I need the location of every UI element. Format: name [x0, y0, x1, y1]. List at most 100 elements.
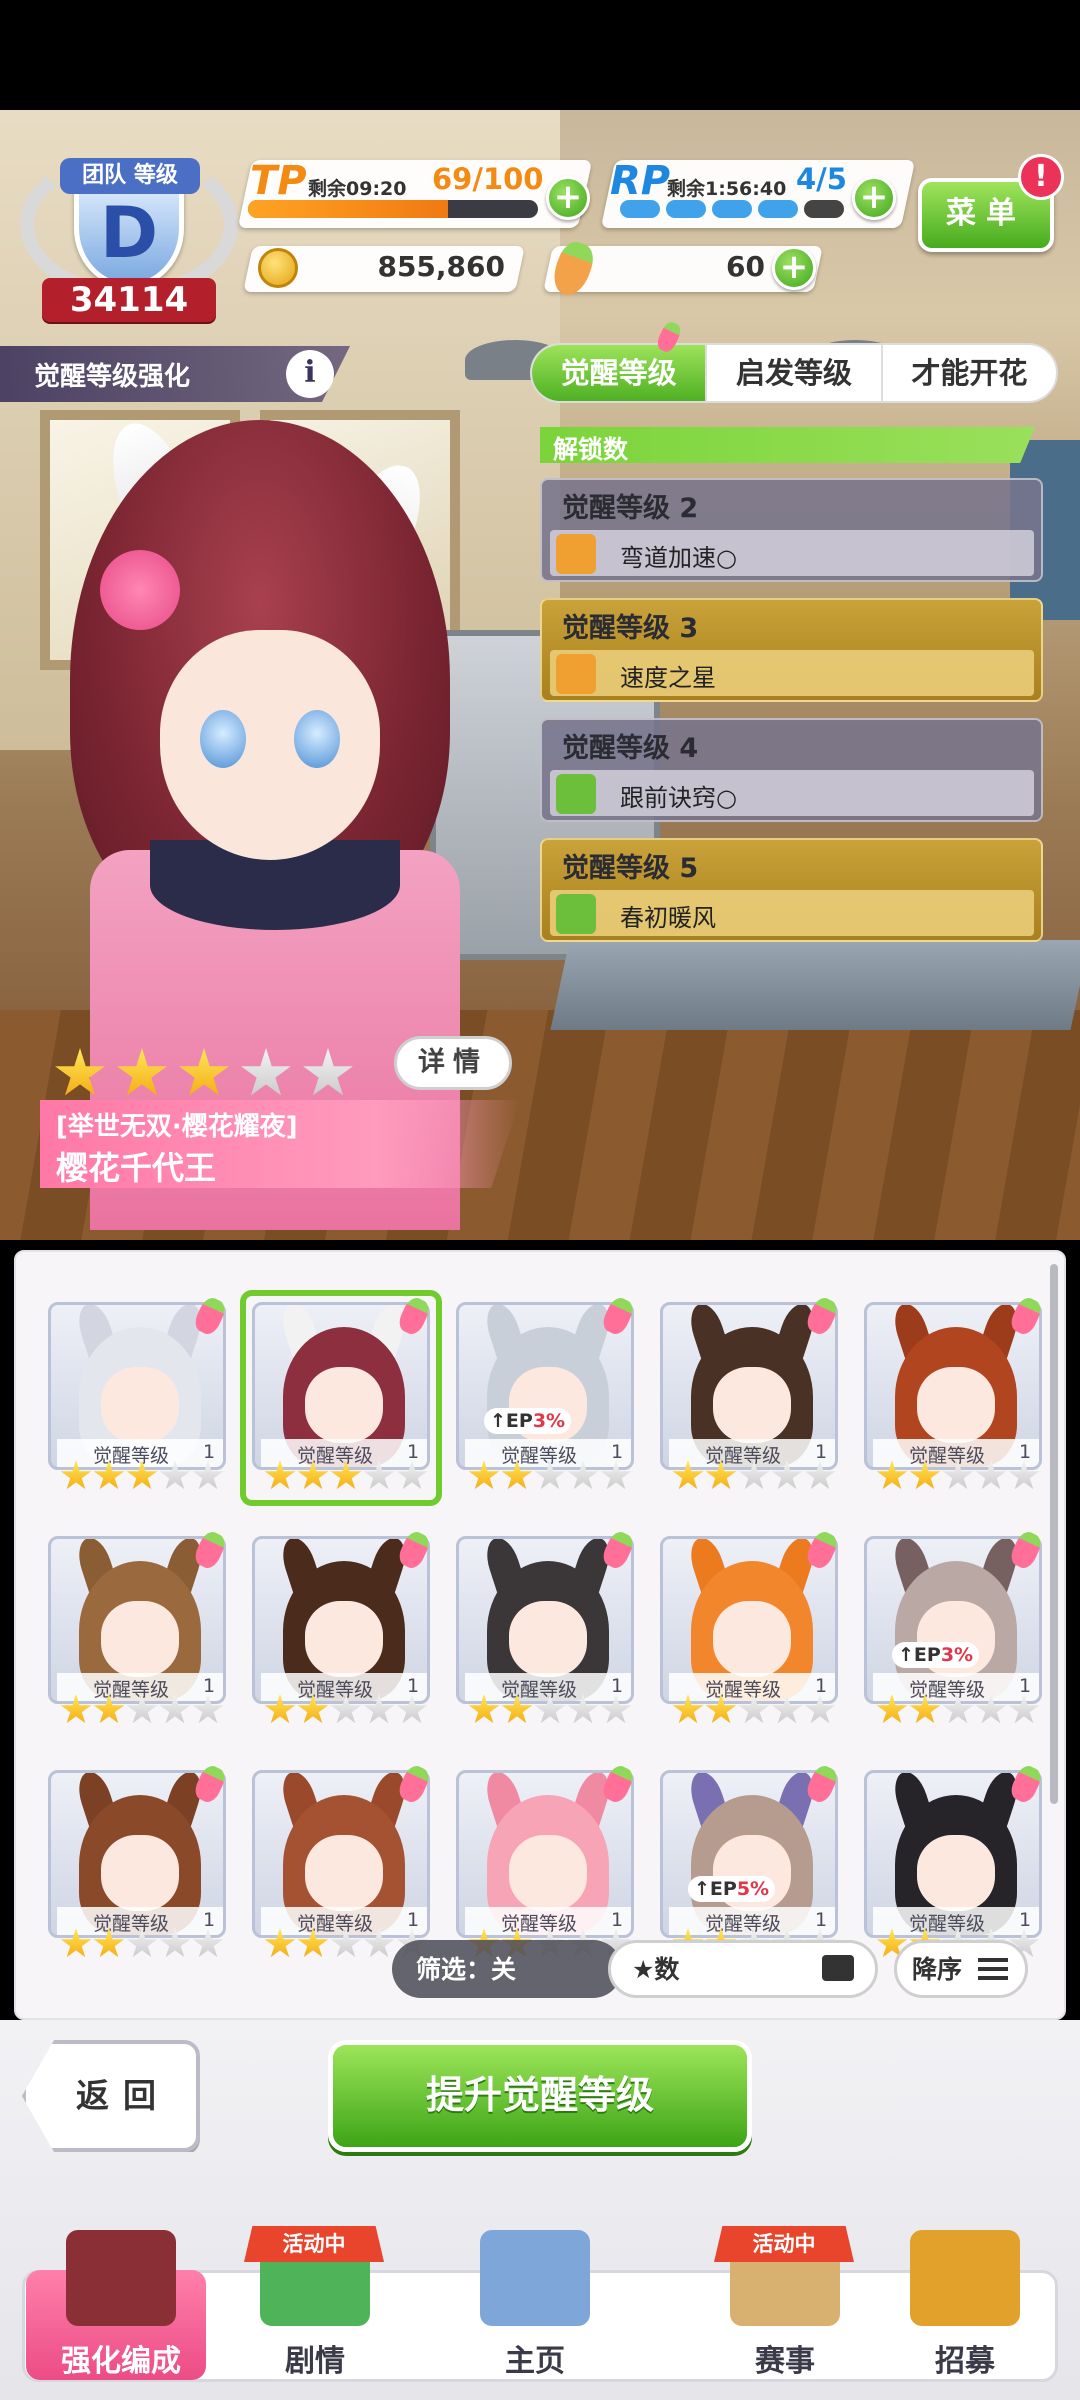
star-empty-icon: [804, 1460, 836, 1490]
skill-row: 速度之星: [550, 650, 1034, 696]
rp-remaining-time: 剩余1:56:40: [667, 178, 787, 200]
tab-awakening-level[interactable]: 觉醒等级: [532, 345, 706, 401]
star-filled-icon: [126, 1460, 158, 1490]
roster-card[interactable]: 觉醒等级 1: [240, 1290, 442, 1506]
rp-pip: [666, 200, 706, 218]
star-filled-icon: [468, 1694, 500, 1724]
team-score: 34114: [42, 278, 216, 322]
face: [713, 1367, 791, 1443]
star-filled-icon: [264, 1694, 296, 1724]
face: [917, 1835, 995, 1911]
rp-add-button[interactable]: +: [852, 176, 896, 220]
star-empty-icon: [942, 1460, 974, 1490]
tp-add-button[interactable]: +: [546, 176, 590, 220]
star-filled-icon: [297, 1694, 329, 1724]
nav-label: 剧情: [285, 2344, 345, 2379]
skill-name: 春初暖风: [620, 904, 716, 932]
ep-value: 3%: [532, 1410, 566, 1432]
card-stars: [60, 1928, 224, 1960]
skill-icon: [556, 654, 596, 694]
face: [305, 1601, 383, 1677]
back-button[interactable]: 返回: [22, 2040, 200, 2152]
unlock-item[interactable]: 觉醒等级 4 跟前诀窍○: [540, 718, 1043, 822]
tab-bar: 觉醒等级 启发等级 才能开花: [530, 343, 1058, 403]
star-empty-icon: [396, 1694, 428, 1724]
roster-card[interactable]: 觉醒等级 1: [48, 1762, 229, 1958]
star-filled-icon: [297, 1460, 329, 1490]
star-empty-icon: [534, 1460, 566, 1490]
character-name: 樱花千代王: [56, 1149, 217, 1187]
face: [509, 1601, 587, 1677]
star-filled-icon: [117, 1048, 167, 1096]
star-empty-icon: [363, 1928, 395, 1958]
star-filled-icon: [330, 1460, 362, 1490]
nav-item-2[interactable]: 主页: [440, 2230, 630, 2380]
info-button[interactable]: i: [286, 350, 334, 398]
roster-card[interactable]: 觉醒等级 1: [864, 1294, 1045, 1490]
face: [101, 1835, 179, 1911]
scrollbar-thumb[interactable]: [1050, 1264, 1058, 1804]
upgrade-awakening-button[interactable]: 提升觉醒等级: [328, 2040, 752, 2152]
detail-button[interactable]: 详情: [394, 1036, 512, 1090]
order-label: 降序: [912, 1955, 963, 1984]
tab-talent-bloom[interactable]: 才能开花: [880, 345, 1056, 401]
star-filled-icon: [60, 1460, 92, 1490]
star-empty-icon: [534, 1694, 566, 1724]
card-stars: [468, 1694, 632, 1726]
star-filled-icon: [55, 1048, 105, 1096]
star-empty-icon: [330, 1928, 362, 1958]
skill-icon: [556, 894, 596, 934]
tp-remaining-time: 剩余09:20: [308, 178, 407, 200]
unlock-level: 觉醒等级 2: [562, 493, 699, 524]
unlock-item[interactable]: 觉醒等级 3 速度之星: [540, 598, 1043, 702]
roster-card[interactable]: 觉醒等级 1: [252, 1528, 433, 1724]
roster-card[interactable]: 觉醒等级 1: [456, 1762, 637, 1958]
nav-icon: [910, 2230, 1020, 2326]
eye: [200, 710, 246, 768]
carrot-add-button[interactable]: +: [772, 246, 816, 290]
nav-label: 赛事: [755, 2344, 815, 2379]
star-empty-icon: [942, 1694, 974, 1724]
skill-name: 跟前诀窍○: [620, 784, 737, 812]
roster-card[interactable]: 觉醒等级 1: [660, 1294, 841, 1490]
character-title: [举世无双·樱花耀夜]: [56, 1112, 298, 1142]
star-empty-icon: [771, 1460, 803, 1490]
team-rank-letter: D: [99, 192, 159, 274]
card-stars: [672, 1694, 836, 1726]
ep-bonus-badge: ↑EP5%: [688, 1876, 776, 1902]
team-rank-badge[interactable]: 团队 等级 D 34114: [20, 130, 238, 325]
rp-pip: [758, 200, 798, 218]
nav-label: 主页: [505, 2344, 565, 2379]
roster-card[interactable]: 觉醒等级 1: [252, 1762, 433, 1958]
roster-card[interactable]: 觉醒等级 1: [660, 1528, 841, 1724]
roster-scrollbar[interactable]: [1050, 1264, 1058, 2004]
filter-label: 筛选：关: [416, 1955, 517, 1984]
nav-item-0[interactable]: 强化编成: [26, 2230, 216, 2380]
star-empty-icon: [363, 1460, 395, 1490]
star-filled-icon: [468, 1460, 500, 1490]
roster-card[interactable]: 觉醒等级 1 ↑EP5%: [660, 1762, 841, 1958]
star-empty-icon: [975, 1460, 1007, 1490]
star-filled-icon: [705, 1460, 737, 1490]
face: [101, 1601, 179, 1677]
roster-card[interactable]: 觉醒等级 1: [456, 1528, 637, 1724]
team-rank-title: 团队 等级: [60, 158, 200, 194]
unlock-item[interactable]: 觉醒等级 2 弯道加速○: [540, 478, 1043, 582]
roster-card[interactable]: 觉醒等级 1: [864, 1762, 1045, 1958]
roster-card[interactable]: 觉醒等级 1 ↑EP3%: [864, 1528, 1045, 1724]
ep-label: ↑EP: [694, 1878, 737, 1900]
star-empty-icon: [1008, 1694, 1040, 1724]
roster-card[interactable]: 觉醒等级 1: [48, 1528, 229, 1724]
coin-icon: [258, 248, 298, 288]
unlock-item[interactable]: 觉醒等级 5 春初暖风: [540, 838, 1043, 942]
skill-name: 速度之星: [620, 664, 716, 692]
ep-value: 5%: [736, 1878, 770, 1900]
rp-pip: [804, 200, 844, 218]
roster-card[interactable]: 觉醒等级 1: [48, 1294, 229, 1490]
nav-item-4[interactable]: 招募: [870, 2230, 1060, 2380]
tab-inspiration-level[interactable]: 启发等级: [705, 345, 880, 401]
roster-card[interactable]: 觉醒等级 1 ↑EP3%: [456, 1294, 637, 1490]
star-filled-icon: [876, 1694, 908, 1724]
tp-value: 69/100: [432, 162, 544, 196]
skill-name: 弯道加速○: [620, 544, 737, 572]
